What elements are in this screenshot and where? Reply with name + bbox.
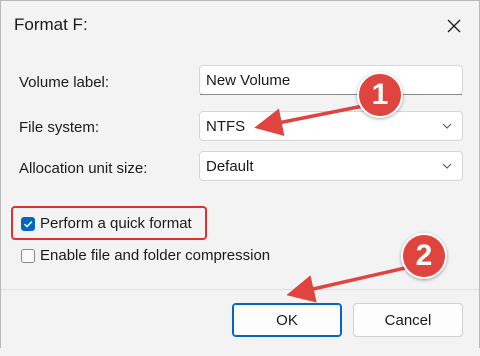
annotation-arrows: [254, 104, 406, 303]
arrow-2: [286, 266, 406, 303]
annotation-badge-1: 1: [357, 72, 403, 118]
arrow-1: [254, 104, 364, 136]
annotation-badge-2: 2: [401, 233, 447, 279]
